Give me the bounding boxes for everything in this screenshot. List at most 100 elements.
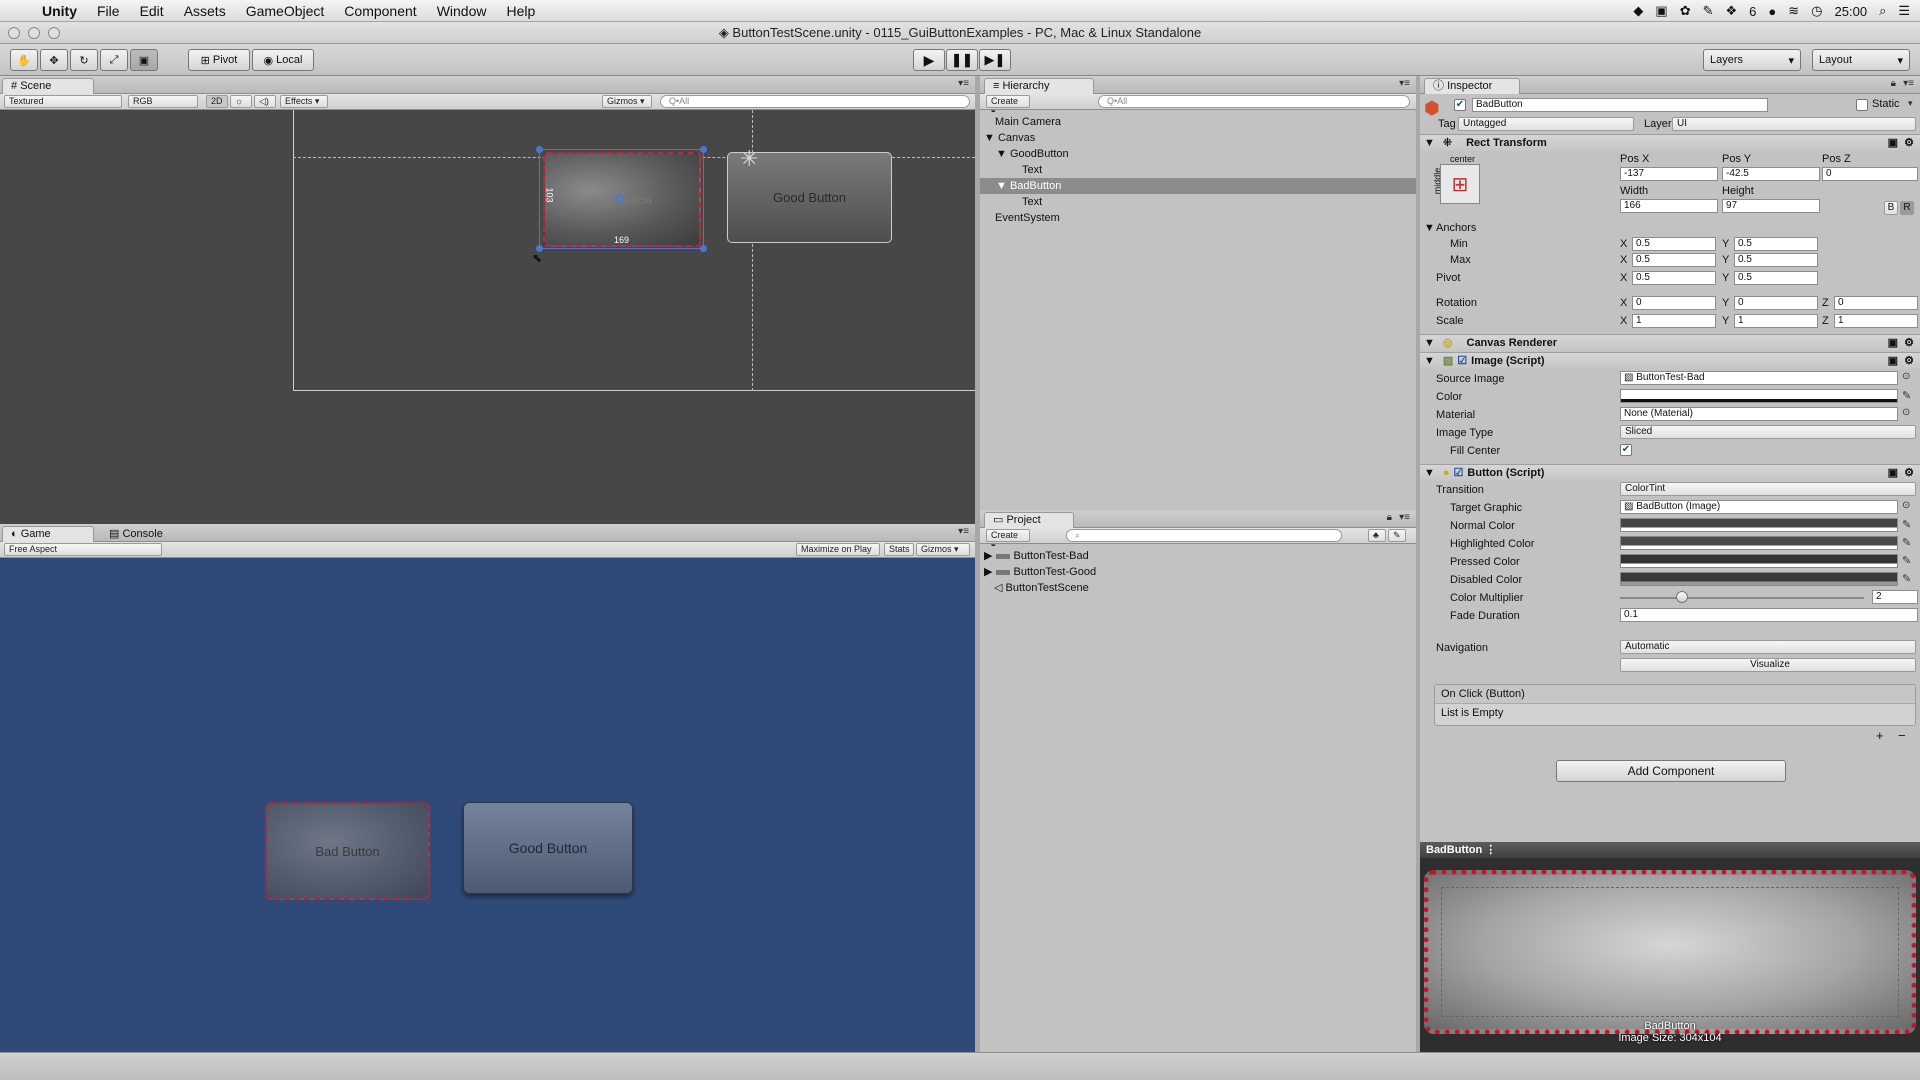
tab-project[interactable]: ▭ Project	[984, 512, 1074, 528]
panel-menu-icon[interactable]: ▾≡	[1903, 78, 1914, 89]
navigation-dropdown[interactable]: Automatic	[1620, 640, 1916, 654]
multiplier-slider-track[interactable]	[1620, 597, 1864, 599]
game-good-button[interactable]: Good Button	[463, 802, 633, 894]
hierarchy-item[interactable]: Text	[980, 194, 1416, 210]
scene-view[interactable]: Bad Button 103 169 Good Button ✳ ⬉	[0, 110, 975, 524]
pivot-toggle[interactable]: ⊞ Pivot	[188, 49, 250, 71]
raw-edit-button[interactable]: R	[1900, 201, 1914, 215]
posy-field[interactable]: -42.5	[1722, 167, 1820, 181]
tab-console[interactable]: ▤ Console	[100, 526, 180, 542]
hierarchy-item[interactable]: Main Camera	[980, 114, 1416, 130]
hierarchy-item[interactable]: ▼ GoodButton	[980, 146, 1416, 162]
object-picker-icon[interactable]: ⊙	[1902, 500, 1910, 511]
stats-toggle[interactable]: Stats	[884, 543, 914, 556]
eyedropper-icon[interactable]: ✎	[1902, 554, 1911, 567]
foldout-icon[interactable]: ▼	[1420, 137, 1435, 149]
aspect-dropdown[interactable]: Free Aspect	[4, 543, 162, 556]
highlighted-color-swatch[interactable]	[1620, 536, 1898, 550]
max-y-field[interactable]: 0.5	[1734, 253, 1818, 267]
color-swatch[interactable]	[1620, 389, 1898, 403]
game-gizmos-dropdown[interactable]: Gizmos ▾	[916, 543, 970, 556]
source-image-field[interactable]: ▧ ButtonTest-Bad	[1620, 371, 1898, 385]
min-x-field[interactable]: 0.5	[1632, 237, 1716, 251]
hierarchy-search-input[interactable]: Q•All	[1098, 95, 1410, 108]
blueprint-mode-button[interactable]: B	[1884, 201, 1898, 215]
scene-search-input[interactable]: Q•All	[660, 95, 970, 108]
move-tool-icon[interactable]: ✥	[40, 49, 68, 71]
material-field[interactable]: None (Material)	[1620, 407, 1898, 421]
layout-dropdown[interactable]: Layout ▾	[1812, 49, 1910, 71]
gear-icon[interactable]: ⚙	[1904, 353, 1914, 369]
enabled-checkbox-icon[interactable]: ☑	[1453, 355, 1467, 367]
fade-duration-field[interactable]: 0.1	[1620, 608, 1918, 622]
lock-icon[interactable]: 🔒︎	[1387, 512, 1392, 523]
pivot-y-field[interactable]: 0.5	[1734, 271, 1818, 285]
min-y-field[interactable]: 0.5	[1734, 237, 1818, 251]
tab-inspector[interactable]: ⓘ Inspector	[1424, 78, 1520, 94]
splitter-vertical[interactable]	[975, 76, 980, 1052]
panel-menu-icon[interactable]: ▾≡	[958, 78, 969, 89]
tray-clock-icon[interactable]: ◷	[1811, 3, 1822, 19]
pressed-color-swatch[interactable]	[1620, 554, 1898, 568]
menu-window[interactable]: Window	[427, 3, 497, 19]
help-icon[interactable]: ▣	[1888, 135, 1898, 151]
expand-triangle-icon[interactable]: ▶	[984, 550, 996, 562]
image-type-dropdown[interactable]: Sliced	[1620, 425, 1916, 439]
scene-gizmos-dropdown[interactable]: Gizmos ▾	[602, 95, 652, 108]
menu-file[interactable]: File	[87, 3, 130, 19]
zoom-window-icon[interactable]	[48, 27, 60, 39]
help-icon[interactable]: ▣	[1888, 353, 1898, 369]
active-checkbox[interactable]: ✔	[1454, 99, 1466, 111]
object-picker-icon[interactable]: ⊙	[1902, 407, 1910, 418]
scale-tool-icon[interactable]: ⤢	[100, 49, 128, 71]
rect-tool-icon[interactable]: ▣	[130, 49, 158, 71]
eyedropper-icon[interactable]: ✎	[1902, 389, 1911, 402]
panel-menu-icon[interactable]: ▾≡	[1399, 78, 1410, 89]
hierarchy-create-dropdown[interactable]: Create ▾	[986, 95, 1030, 117]
drag-handle-icon[interactable]: ⋮	[1485, 844, 1496, 856]
panel-menu-icon[interactable]: ▾≡	[958, 526, 969, 537]
pivot-icon[interactable]	[615, 194, 624, 203]
spotlight-icon[interactable]: ⌕	[1879, 3, 1886, 19]
preview-header[interactable]: BadButton ⋮	[1420, 842, 1920, 858]
multiplier-slider-thumb[interactable]	[1676, 591, 1688, 603]
rotation-y-field[interactable]: 0	[1734, 296, 1818, 310]
help-icon[interactable]: ▣	[1888, 335, 1898, 351]
eyedropper-icon[interactable]: ✎	[1902, 536, 1911, 549]
rect-transform-header[interactable]: ▼ ⁜ Rect Transform ▣ ⚙	[1420, 134, 1920, 151]
splitter-vertical[interactable]	[1416, 76, 1420, 1052]
eyedropper-icon[interactable]: ✎	[1902, 572, 1911, 585]
object-name-field[interactable]: BadButton	[1472, 98, 1768, 112]
add-component-button[interactable]: Add Component	[1556, 760, 1786, 782]
project-create-dropdown[interactable]: Create ▾	[986, 529, 1030, 551]
expand-triangle-icon[interactable]: ▼	[996, 148, 1010, 160]
tray-paw-icon[interactable]: ✿	[1680, 3, 1691, 19]
color-multiplier-field[interactable]: 2	[1872, 590, 1918, 604]
target-graphic-field[interactable]: ▨ BadButton (Image)	[1620, 500, 1898, 514]
tray-app-icon[interactable]: ◆	[1633, 3, 1643, 19]
rotate-tool-icon[interactable]: ↻	[70, 49, 98, 71]
handle-top-right-icon[interactable]	[700, 146, 707, 153]
posz-field[interactable]: 0	[1822, 167, 1918, 181]
lock-icon[interactable]: 🔒︎	[1891, 78, 1896, 89]
anchors-foldout-icon[interactable]: ▼	[1424, 222, 1435, 234]
max-x-field[interactable]: 0.5	[1632, 253, 1716, 267]
mode-2d-toggle[interactable]: 2D	[206, 95, 228, 108]
app-menu[interactable]: Unity	[32, 3, 87, 19]
eyedropper-icon[interactable]: ✎	[1902, 518, 1911, 531]
static-checkbox[interactable]	[1856, 99, 1868, 111]
gear-icon[interactable]: ⚙	[1904, 465, 1914, 481]
layers-dropdown[interactable]: Layers ▾	[1703, 49, 1801, 71]
tag-dropdown[interactable]: Untagged	[1458, 117, 1634, 131]
disabled-color-swatch[interactable]	[1620, 572, 1898, 586]
height-field[interactable]: 97	[1722, 199, 1820, 213]
pivot-x-field[interactable]: 0.5	[1632, 271, 1716, 285]
tab-hierarchy[interactable]: ≡ Hierarchy	[984, 78, 1094, 94]
render-mode-dropdown[interactable]: Textured	[4, 95, 122, 108]
remove-event-button[interactable]: −	[1898, 728, 1906, 743]
tab-game[interactable]: ◐ Game	[2, 526, 94, 542]
enabled-checkbox-icon[interactable]: ☑	[1450, 467, 1464, 479]
hierarchy-item[interactable]: Text	[980, 162, 1416, 178]
pause-button[interactable]: ❚❚	[946, 49, 978, 71]
dropdown-arrow-icon[interactable]: ▾	[1908, 98, 1913, 109]
